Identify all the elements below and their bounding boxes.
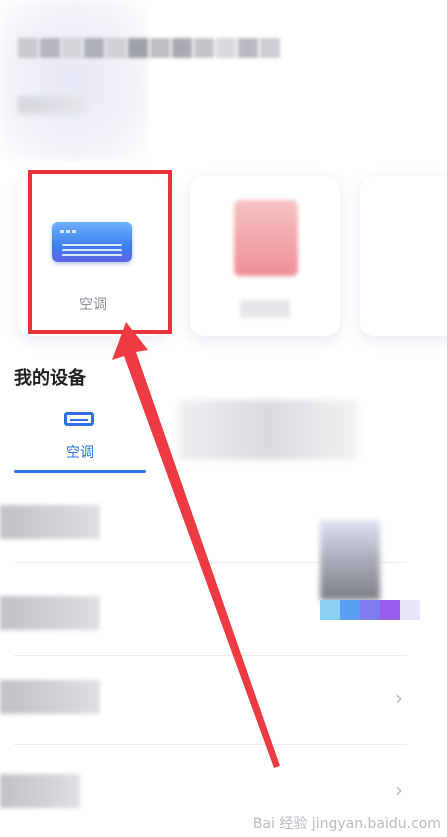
annotation-arrow [112,322,280,768]
watermark: Bai 经验 jingyan.baidu.com [252,816,441,832]
